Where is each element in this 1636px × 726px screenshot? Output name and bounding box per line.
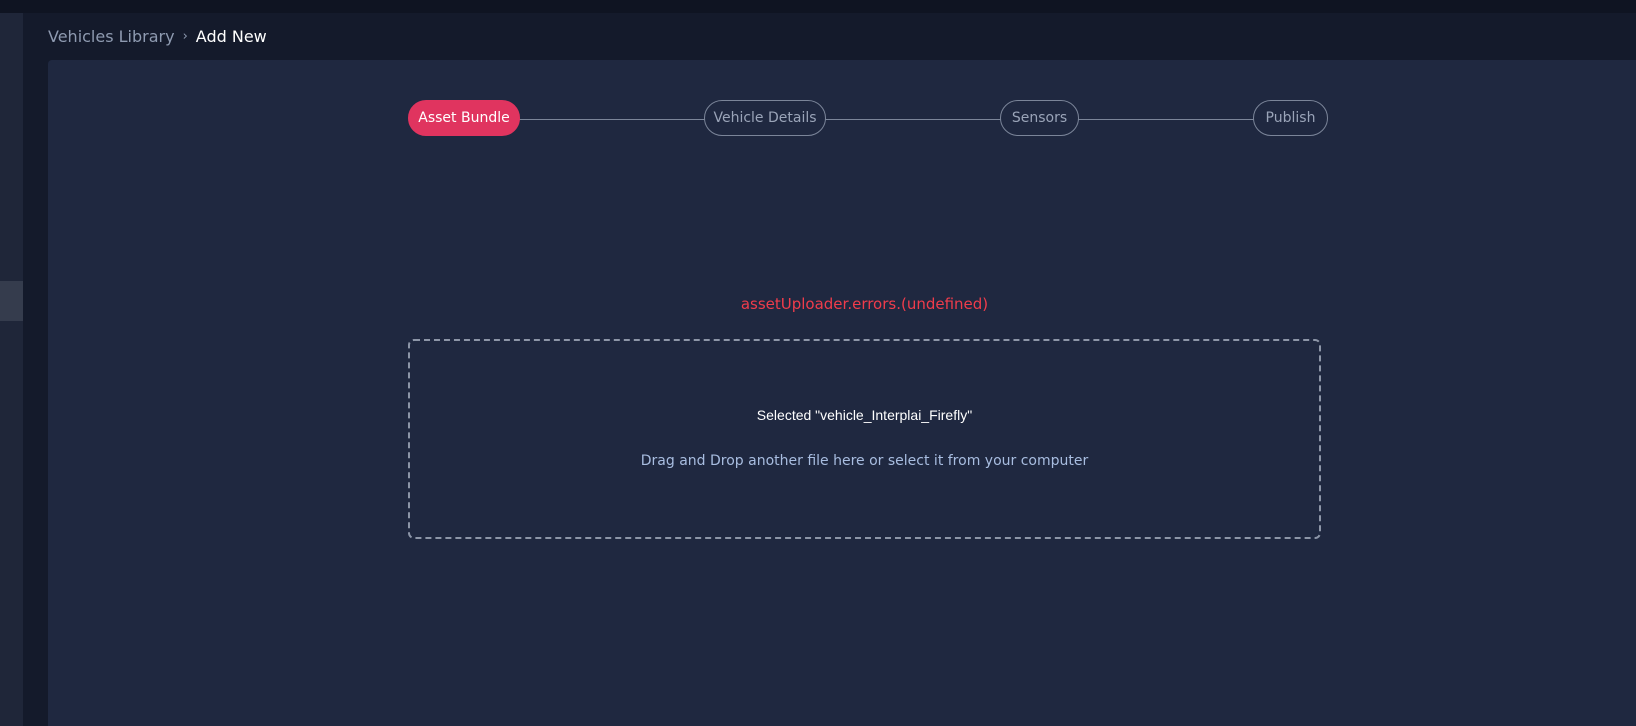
stepper: Asset Bundle Vehicle Details Sensors Pub…: [408, 100, 1328, 138]
upload-error-message: assetUploader.errors.(undefined): [740, 295, 989, 313]
step-publish[interactable]: Publish: [1253, 100, 1328, 136]
step-asset-bundle[interactable]: Asset Bundle: [408, 100, 520, 136]
sidebar-active-item[interactable]: [0, 281, 23, 321]
breadcrumb-vehicles-library-link[interactable]: Vehicles Library: [48, 27, 175, 46]
step-sensors[interactable]: Sensors: [1000, 100, 1079, 136]
stepper-connector: [1078, 119, 1258, 120]
stepper-connector: [508, 119, 708, 120]
breadcrumb: Vehicles Library › Add New: [48, 25, 267, 47]
dropzone-hint: Drag and Drop another file here or selec…: [640, 453, 1089, 469]
sidebar: [0, 13, 23, 726]
main-panel: Asset Bundle Vehicle Details Sensors Pub…: [48, 60, 1636, 726]
selected-file-text: Selected "vehicle_Interplai_Firefly": [756, 407, 973, 423]
top-bar: [0, 0, 1636, 13]
breadcrumb-separator-icon: ›: [182, 28, 188, 44]
file-dropzone[interactable]: Selected "vehicle_Interplai_Firefly" Dra…: [408, 339, 1321, 539]
stepper-connector: [818, 119, 1003, 120]
step-vehicle-details[interactable]: Vehicle Details: [704, 100, 826, 136]
breadcrumb-current: Add New: [195, 26, 267, 46]
